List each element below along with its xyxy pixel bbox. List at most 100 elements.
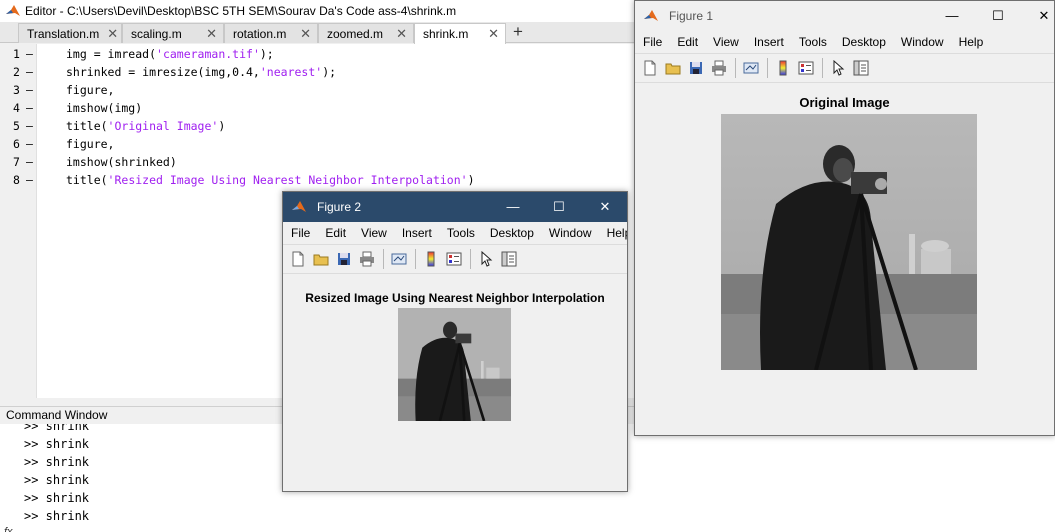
insert-colorbar-icon[interactable] bbox=[772, 57, 794, 79]
line-number: 6– bbox=[0, 135, 37, 153]
breakpoint-marker[interactable]: – bbox=[26, 135, 33, 153]
function-browser-icon[interactable]: fx bbox=[4, 526, 13, 532]
minimize-icon[interactable]: — bbox=[490, 192, 536, 222]
figure-caption: Original Image bbox=[799, 95, 890, 110]
breakpoint-marker[interactable]: – bbox=[26, 81, 33, 99]
menu-tools[interactable]: Tools bbox=[447, 226, 475, 240]
line-number-text: 8 bbox=[13, 173, 20, 187]
tab-label: scaling.m bbox=[131, 26, 182, 41]
editor-title: Editor - C:\Users\Devil\Desktop\BSC 5TH … bbox=[25, 4, 457, 18]
menu-file[interactable]: File bbox=[643, 35, 662, 49]
breakpoint-marker[interactable]: – bbox=[26, 153, 33, 171]
tab-rotation[interactable]: rotation.m ✕ bbox=[224, 23, 318, 43]
print-icon[interactable] bbox=[708, 57, 730, 79]
line-number-text: 1 bbox=[13, 47, 20, 61]
code-string: 'Original Image' bbox=[107, 119, 219, 133]
code-line[interactable]: figure, bbox=[66, 81, 114, 99]
code-line[interactable]: imshow(shrinked) bbox=[66, 153, 177, 171]
code-line[interactable]: shrinked = imresize(img,0.4,'nearest'); bbox=[66, 63, 336, 81]
figure-caption: Resized Image Using Nearest Neighbor Int… bbox=[305, 291, 605, 305]
command-history-line: >> shrink bbox=[24, 424, 90, 433]
matlab-logo-icon bbox=[643, 9, 659, 23]
figure-toolbar bbox=[283, 244, 627, 274]
tab-label: rotation.m bbox=[233, 26, 287, 41]
breakpoint-marker[interactable]: – bbox=[26, 171, 33, 189]
menu-window[interactable]: Window bbox=[901, 35, 944, 49]
insert-legend-icon[interactable] bbox=[443, 248, 465, 270]
matlab-logo-icon bbox=[5, 4, 21, 18]
line-number-text: 4 bbox=[13, 101, 20, 115]
print-icon[interactable] bbox=[356, 248, 378, 270]
menu-file[interactable]: File bbox=[291, 226, 310, 240]
code-text: img = imread( bbox=[66, 47, 157, 61]
breakpoint-marker[interactable]: – bbox=[26, 117, 33, 135]
command-history-line: >> shrink bbox=[24, 491, 90, 505]
new-figure-icon[interactable] bbox=[287, 248, 309, 270]
breakpoint-marker[interactable]: – bbox=[26, 45, 33, 63]
figure-title-bar: Figure 2 — ☐ ✕ bbox=[283, 192, 627, 222]
open-file-icon[interactable] bbox=[662, 57, 684, 79]
code-text: imshow(img) bbox=[66, 101, 143, 115]
menu-edit[interactable]: Edit bbox=[325, 226, 346, 240]
plus-icon[interactable]: + bbox=[508, 23, 528, 41]
code-line[interactable]: img = imread('cameraman.tif'); bbox=[66, 45, 274, 63]
figure-1-window: Figure 1 — ☐ ✕ File Edit View Insert Tools De… bbox=[634, 0, 1055, 436]
menu-window[interactable]: Window bbox=[549, 226, 592, 240]
new-figure-icon[interactable] bbox=[639, 57, 661, 79]
close-icon[interactable]: ✕ bbox=[396, 26, 407, 42]
insert-colorbar-icon[interactable] bbox=[420, 248, 442, 270]
tab-zoomed[interactable]: zoomed.m ✕ bbox=[318, 23, 414, 43]
line-number-text: 2 bbox=[13, 65, 20, 79]
menu-tools[interactable]: Tools bbox=[799, 35, 827, 49]
minimize-icon[interactable]: — bbox=[929, 1, 975, 31]
maximize-icon[interactable]: ☐ bbox=[975, 1, 1021, 31]
open-file-icon[interactable] bbox=[310, 248, 332, 270]
save-icon[interactable] bbox=[333, 248, 355, 270]
edit-plot-icon[interactable] bbox=[827, 57, 849, 79]
breakpoint-marker[interactable]: – bbox=[26, 99, 33, 117]
maximize-icon[interactable]: ☐ bbox=[536, 192, 582, 222]
code-line[interactable]: title('Resized Image Using Nearest Neigh… bbox=[66, 171, 475, 189]
code-string: 'nearest' bbox=[259, 65, 323, 79]
code-line[interactable]: imshow(img) bbox=[66, 99, 142, 117]
line-number: 7– bbox=[0, 153, 37, 171]
code-string: 'Resized Image Using Nearest Neighbor In… bbox=[107, 173, 468, 187]
close-icon[interactable]: ✕ bbox=[206, 26, 217, 42]
close-icon[interactable]: ✕ bbox=[300, 26, 311, 42]
save-icon[interactable] bbox=[685, 57, 707, 79]
property-inspector-icon[interactable] bbox=[850, 57, 872, 79]
breakpoint-marker[interactable]: – bbox=[26, 63, 33, 81]
menu-desktop[interactable]: Desktop bbox=[490, 226, 534, 240]
property-inspector-icon[interactable] bbox=[498, 248, 520, 270]
menu-view[interactable]: View bbox=[361, 226, 387, 240]
menu-view[interactable]: View bbox=[713, 35, 739, 49]
command-history-line: >> shrink bbox=[24, 455, 90, 469]
toolbar-separator bbox=[470, 249, 471, 269]
tab-translation[interactable]: Translation.m ✕ bbox=[18, 23, 122, 43]
code-line[interactable]: figure, bbox=[66, 135, 114, 153]
menu-help[interactable]: Help bbox=[959, 35, 984, 49]
code-text: imshow(shrinked) bbox=[66, 155, 177, 169]
link-plot-icon[interactable] bbox=[388, 248, 410, 270]
close-icon[interactable]: ✕ bbox=[1021, 1, 1054, 31]
link-plot-icon[interactable] bbox=[740, 57, 762, 79]
code-string: 'cameraman.tif' bbox=[156, 47, 260, 61]
tab-scaling[interactable]: scaling.m ✕ bbox=[122, 23, 224, 43]
menu-desktop[interactable]: Desktop bbox=[842, 35, 886, 49]
insert-legend-icon[interactable] bbox=[795, 57, 817, 79]
toolbar-separator bbox=[415, 249, 416, 269]
line-number: 2– bbox=[0, 63, 37, 81]
edit-plot-icon[interactable] bbox=[475, 248, 497, 270]
menu-insert[interactable]: Insert bbox=[402, 226, 432, 240]
code-line[interactable]: title('Original Image') bbox=[66, 117, 225, 135]
menu-insert[interactable]: Insert bbox=[754, 35, 784, 49]
menu-edit[interactable]: Edit bbox=[677, 35, 698, 49]
tab-shrink[interactable]: shrink.m ✕ bbox=[414, 23, 506, 44]
figure-toolbar bbox=[635, 53, 1054, 83]
close-icon[interactable]: ✕ bbox=[488, 26, 499, 42]
figure-2-window: Figure 2 — ☐ ✕ File Edit View Insert Tools De… bbox=[282, 191, 628, 492]
menu-help[interactable]: Help bbox=[607, 226, 627, 240]
close-icon[interactable]: ✕ bbox=[107, 26, 118, 42]
command-history-line: >> shrink bbox=[24, 473, 90, 487]
close-icon[interactable]: ✕ bbox=[582, 192, 627, 222]
